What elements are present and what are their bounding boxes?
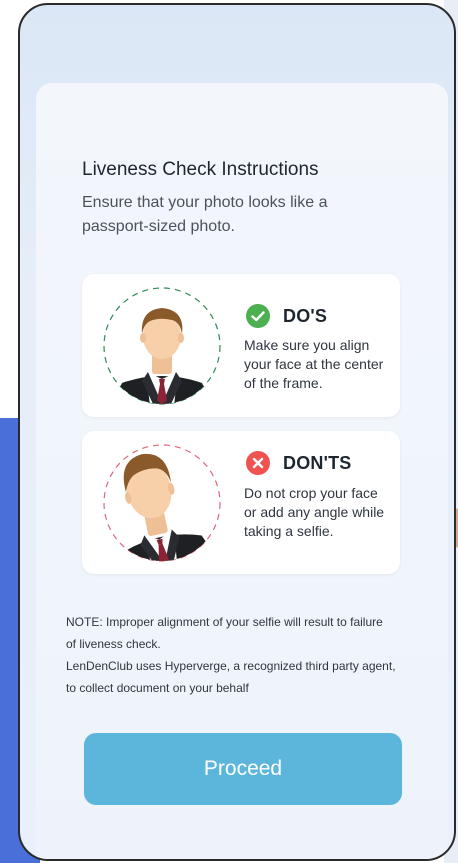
note-hyperverge: LenDenClub uses Hyperverge, a recognized… bbox=[66, 659, 396, 695]
dos-title: DO'S bbox=[283, 305, 328, 326]
dos-text: Make sure you align your face at the cen… bbox=[244, 337, 384, 391]
phone-frame: Liveness Check Instructions Ensure that … bbox=[18, 3, 456, 861]
donts-title: DON'TS bbox=[283, 452, 352, 473]
disclaimer-note: NOTE: Improper alignment of your selfie … bbox=[66, 611, 396, 699]
tilted-face-avatar bbox=[102, 443, 222, 572]
x-circle-icon bbox=[246, 451, 270, 475]
proceed-button[interactable]: Proceed bbox=[84, 733, 402, 805]
dos-card: DO'S Make sure you align your face at th… bbox=[82, 274, 400, 417]
instructions-subtitle: Ensure that your photo looks like a pass… bbox=[82, 194, 328, 235]
dos-header: DO'S bbox=[246, 304, 327, 328]
donts-text: Do not crop your face or add any angle w… bbox=[244, 485, 385, 539]
donts-header: DON'TS bbox=[246, 451, 351, 475]
page-title: Liveness Check Instructions bbox=[82, 159, 319, 180]
aligned-face-avatar bbox=[102, 286, 222, 406]
note-alignment: NOTE: Improper alignment of your selfie … bbox=[66, 615, 383, 651]
check-circle-icon bbox=[246, 304, 270, 328]
donts-card: DON'TS Do not crop your face or add any … bbox=[82, 431, 400, 574]
